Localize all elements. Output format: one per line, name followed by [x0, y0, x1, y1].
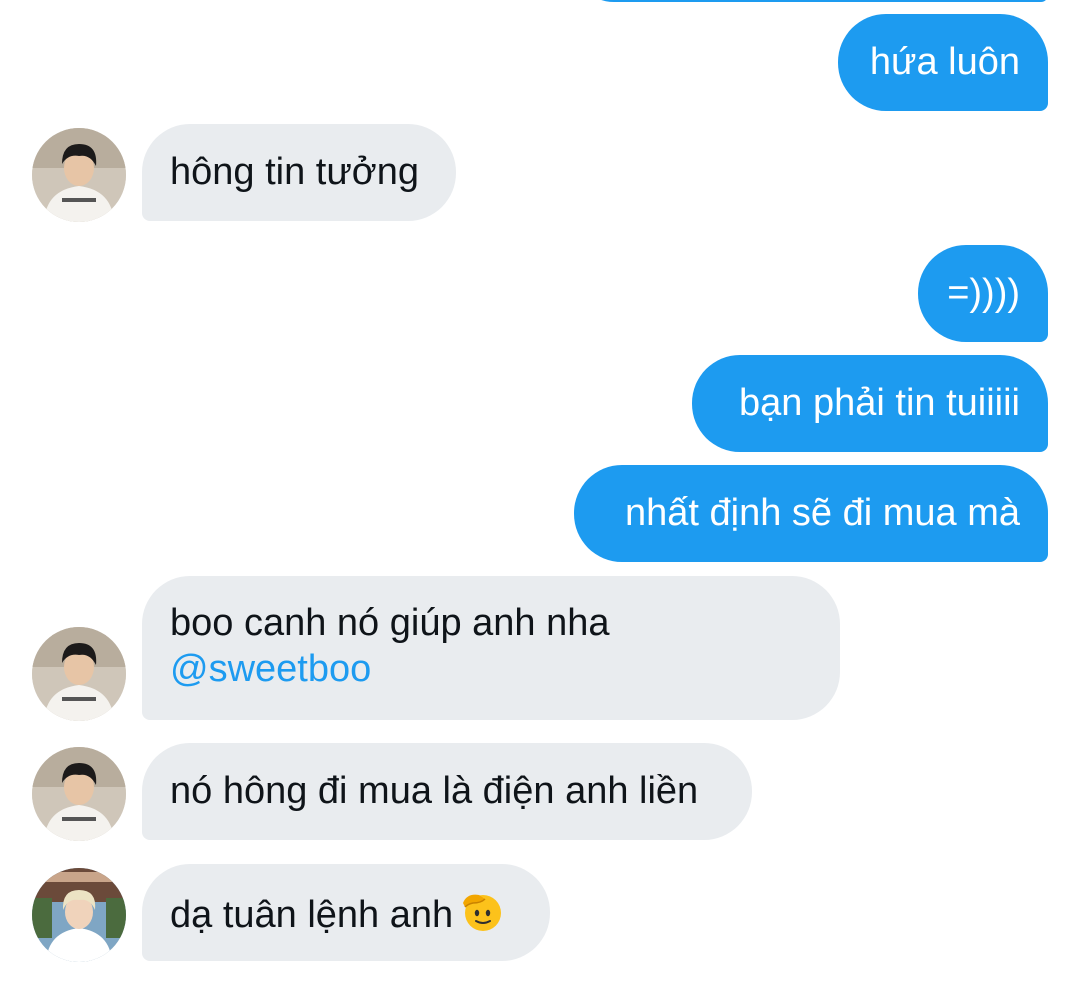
avatar[interactable]: [32, 868, 126, 962]
profile-photo: [32, 747, 126, 841]
message-text: dạ tuân lệnh anh: [170, 894, 454, 936]
message-text: boo canh nó giúp anh nha: [170, 602, 610, 644]
avatar[interactable]: [32, 128, 126, 222]
avatar[interactable]: [32, 627, 126, 721]
mention-link[interactable]: @sweetboo: [170, 646, 812, 692]
avatar[interactable]: [32, 747, 126, 841]
sent-message-bubble[interactable]: nhất định sẽ đi mua mà: [574, 465, 1048, 562]
message-text: bạn phải tin tuiiiii: [739, 382, 1020, 424]
saluting-face-icon: [463, 894, 502, 931]
profile-photo: [32, 627, 126, 721]
received-message-bubble[interactable]: dạ tuân lệnh anh: [142, 864, 550, 961]
previous-message-bubble[interactable]: [572, 0, 1048, 2]
sent-message-bubble[interactable]: hứa luôn: [838, 14, 1048, 111]
sent-message-bubble[interactable]: bạn phải tin tuiiiii: [692, 355, 1048, 452]
message-text: =)))): [947, 272, 1020, 314]
message-text: nhất định sẽ đi mua mà: [624, 492, 1020, 534]
received-message-bubble[interactable]: boo canh nó giúp anh nha @sweetboo: [142, 576, 840, 720]
received-message-bubble[interactable]: nó hông đi mua là điện anh liền: [142, 743, 752, 840]
message-text: hứa luôn: [869, 41, 1020, 83]
message-text: nó hông đi mua là điện anh liền: [170, 770, 699, 812]
sent-message-bubble[interactable]: =)))): [918, 245, 1048, 342]
received-message-bubble[interactable]: hông tin tưởng: [142, 124, 456, 221]
message-text: hông tin tưởng: [170, 151, 419, 193]
profile-photo: [32, 868, 126, 962]
profile-photo: [32, 128, 126, 222]
